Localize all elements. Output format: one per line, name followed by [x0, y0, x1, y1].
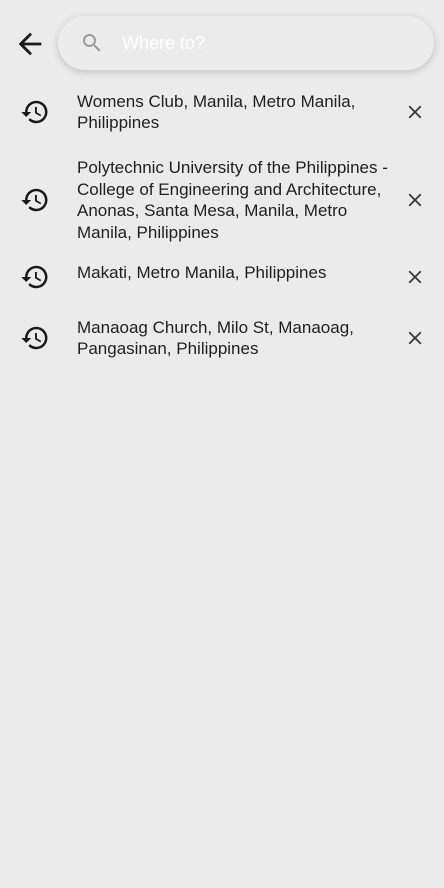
search-input[interactable] — [120, 27, 414, 59]
search-icon — [80, 31, 104, 55]
recent-search-item[interactable]: Womens Club, Manila, Metro Manila, Phili… — [0, 84, 444, 140]
top-bar — [0, 0, 444, 88]
recent-search-item[interactable]: Polytechnic University of the Philippine… — [0, 150, 444, 250]
back-button[interactable] — [10, 26, 50, 66]
recent-search-label: Polytechnic University of the Philippine… — [77, 158, 388, 242]
recent-search-item[interactable]: Makati, Metro Manila, Philippines — [0, 256, 444, 298]
search-bar[interactable] — [58, 16, 434, 70]
close-icon[interactable] — [400, 97, 430, 127]
history-icon — [17, 94, 53, 130]
recent-search-label: Womens Club, Manila, Metro Manila, Phili… — [77, 91, 356, 133]
close-icon[interactable] — [400, 185, 430, 215]
arrow-left-icon — [13, 27, 47, 66]
recent-search-item[interactable]: Manaoag Church, Milo St, Manaoag, Pangas… — [0, 310, 444, 366]
recent-searches-list: Womens Club, Manila, Metro Manila, Phili… — [0, 84, 444, 366]
recent-search-label: Makati, Metro Manila, Philippines — [77, 263, 327, 283]
history-icon — [17, 259, 53, 295]
recent-search-label: Manaoag Church, Milo St, Manaoag, Pangas… — [77, 317, 354, 359]
history-icon — [17, 320, 53, 356]
close-icon[interactable] — [400, 323, 430, 353]
history-icon — [17, 182, 53, 218]
close-icon[interactable] — [400, 262, 430, 292]
